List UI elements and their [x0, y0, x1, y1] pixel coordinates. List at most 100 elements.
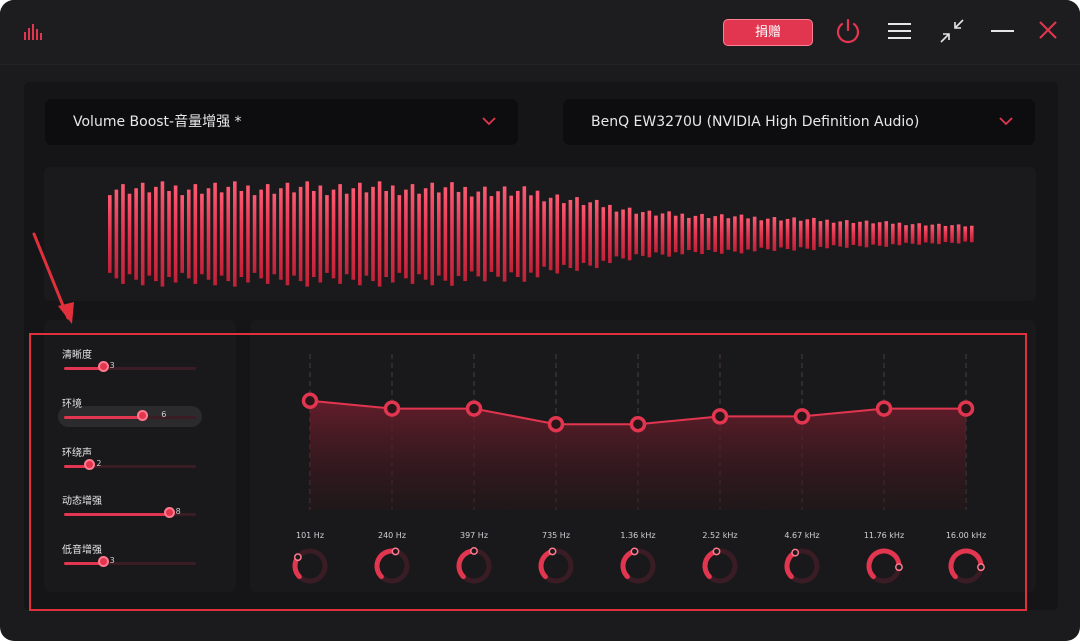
waveform-bar: [640, 212, 645, 256]
waveform-bar: [272, 193, 277, 275]
waveform-bar: [673, 215, 678, 253]
waveform-bar: [529, 195, 533, 273]
waveform-bar: [219, 192, 224, 276]
power-icon[interactable]: [833, 16, 863, 46]
waveform-bar: [542, 201, 546, 267]
waveform-bar: [476, 191, 481, 277]
waveform-bar: [437, 192, 441, 276]
waveform-bar: [831, 222, 836, 246]
waveform-bar: [463, 186, 467, 282]
waveform-bar: [285, 182, 290, 286]
waveform-bar: [417, 193, 421, 275]
waveform-bar: [186, 189, 191, 279]
waveform-bar: [246, 185, 250, 283]
waveform-bar: [213, 182, 217, 286]
waveform-bar: [265, 184, 270, 284]
waveform-bar: [305, 181, 309, 287]
preset-dropdown[interactable]: Volume Boost-音量增强 *: [45, 99, 518, 145]
title-bar: 捐赠: [0, 0, 1080, 65]
menu-icon[interactable]: [885, 16, 915, 46]
waveform-bar: [792, 217, 796, 251]
preset-dropdown-value: Volume Boost-音量增强 *: [73, 114, 242, 130]
waveform-bar: [897, 222, 902, 246]
waveform-bar: [950, 225, 954, 243]
waveform-bar: [108, 195, 112, 273]
waveform-bar: [667, 211, 671, 257]
waveform-bar: [515, 190, 520, 278]
waveform-bar: [713, 216, 717, 252]
waveform-bar: [331, 189, 336, 279]
waveform-bar: [864, 220, 869, 248]
waveform-bar: [443, 187, 448, 281]
waveform-bar: [634, 213, 639, 255]
waveform-bar: [167, 191, 171, 278]
waveform-bar: [423, 188, 428, 280]
waveform-bar: [917, 223, 921, 245]
waveform-bar: [496, 191, 500, 277]
waveform-bar: [134, 188, 138, 280]
waveform-bar: [746, 218, 750, 250]
waveform-bar: [522, 186, 527, 282]
minimize-icon[interactable]: [988, 16, 1018, 46]
waveform-bar: [844, 220, 849, 248]
waveform-bar: [759, 220, 764, 248]
waveform-bar: [654, 215, 658, 253]
waveform-bar: [206, 188, 211, 280]
waveform-bar: [923, 225, 928, 243]
waveform-bar: [292, 192, 296, 276]
donate-button[interactable]: 捐赠: [723, 19, 813, 46]
waveform-bar: [930, 224, 935, 244]
audio-waveform-visualizer: [44, 167, 1036, 301]
waveform-bar: [121, 184, 125, 284]
waveform-bar: [338, 184, 342, 284]
waveform-bar: [430, 182, 435, 286]
waveform-bar: [700, 213, 704, 255]
waveform-bar: [956, 224, 961, 244]
waveform-bar: [884, 221, 889, 247]
waveform-bar: [140, 182, 145, 286]
waveform-bar: [509, 195, 513, 273]
waveform-bar: [344, 193, 349, 275]
waveform-bar: [805, 219, 810, 249]
waveform-bar: [311, 191, 316, 278]
waveform-bar: [160, 181, 165, 287]
annotation-arrow-icon: [32, 232, 74, 324]
waveform-bar: [377, 181, 382, 287]
waveform-bar: [555, 194, 560, 274]
waveform-bar: [719, 214, 724, 254]
waveform-bars: [108, 181, 974, 287]
waveform-bar: [404, 189, 408, 279]
waveform-bar: [588, 202, 592, 266]
output-device-dropdown[interactable]: BenQ EW3270U (NVIDIA High Definition Aud…: [563, 99, 1035, 145]
waveform-bar: [410, 184, 415, 284]
waveform-bar: [739, 214, 744, 254]
waveform-bar: [680, 213, 685, 255]
waveform-bar: [601, 207, 606, 261]
waveform-bar: [364, 192, 369, 276]
waveform-bar: [910, 224, 915, 244]
waveform-bar: [772, 217, 777, 251]
waveform-bar: [891, 223, 895, 245]
waveform-bar: [766, 218, 770, 250]
waveform-bar: [614, 211, 619, 257]
collapse-icon[interactable]: [937, 16, 967, 46]
waveform-bar: [450, 182, 454, 286]
close-icon[interactable]: [1034, 16, 1064, 46]
waveform-bar: [660, 213, 665, 255]
waveform-bar: [575, 197, 579, 271]
waveform-bar: [818, 221, 823, 247]
waveform-bar: [621, 209, 625, 259]
waveform-bar: [904, 225, 908, 243]
output-device-value: BenQ EW3270U (NVIDIA High Definition Aud…: [591, 114, 920, 130]
waveform-bar: [871, 223, 875, 245]
waveform-bar: [147, 192, 152, 276]
waveform-bar: [647, 210, 652, 258]
waveform-bar: [298, 186, 303, 282]
waveform-bar: [877, 222, 882, 246]
waveform-bar: [838, 221, 842, 247]
waveform-bar: [798, 220, 803, 248]
waveform-bar: [469, 196, 474, 272]
waveform-bar: [608, 204, 612, 264]
waveform-bar: [812, 217, 816, 251]
waveform-bar: [193, 184, 198, 284]
